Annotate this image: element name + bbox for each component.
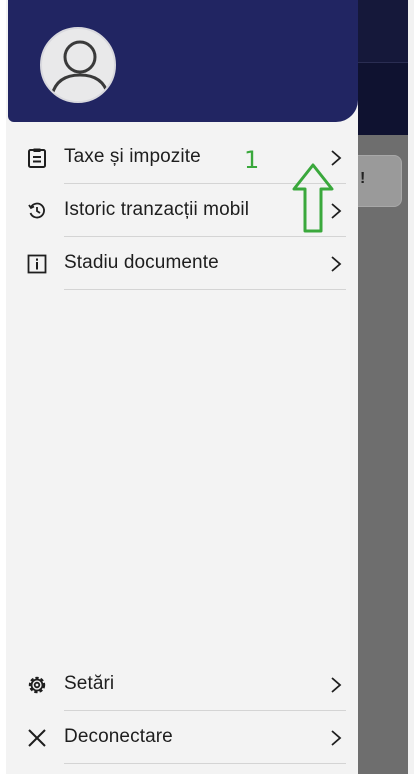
- chevron-right-icon: [328, 254, 344, 274]
- user-avatar[interactable]: [40, 27, 116, 103]
- background-app-card-text: !: [360, 170, 366, 187]
- drawer-header: [8, 0, 358, 122]
- menu-item-label: Stadiu documente: [64, 252, 219, 273]
- menu-item-label: Deconectare: [64, 726, 173, 747]
- screen-edge: [408, 0, 414, 774]
- menu-divider: [64, 289, 346, 290]
- chevron-right-icon: [328, 675, 344, 695]
- info-box-icon: [26, 253, 48, 275]
- chevron-right-icon: [328, 728, 344, 748]
- gear-icon: [26, 674, 48, 696]
- menu-item-label: Istoric tranzacții mobil: [64, 199, 250, 220]
- menu-divider: [64, 236, 346, 237]
- menu-divider: [64, 763, 346, 764]
- menu-item-label: Taxe și impozite: [64, 146, 201, 167]
- annotation-step-number: 1: [244, 146, 260, 174]
- menu-divider: [64, 710, 346, 711]
- clipboard-icon: [26, 147, 48, 169]
- menu-item-stadiu-documente[interactable]: Stadiu documente: [6, 240, 358, 290]
- history-icon: [26, 200, 48, 222]
- menu-item-deconectare[interactable]: Deconectare: [6, 714, 358, 764]
- user-avatar-icon: [50, 40, 110, 96]
- annotation-up-arrow-icon: [292, 163, 334, 233]
- menu-item-label: Setări: [64, 673, 115, 694]
- close-icon: [26, 727, 48, 749]
- navigation-drawer: Taxe și impozite Istoric tranzacții mobi…: [0, 0, 358, 774]
- app-screen: ! Taxe și impozite Istoric tranzacții mo…: [0, 0, 414, 774]
- menu-item-setari[interactable]: Setări: [6, 661, 358, 711]
